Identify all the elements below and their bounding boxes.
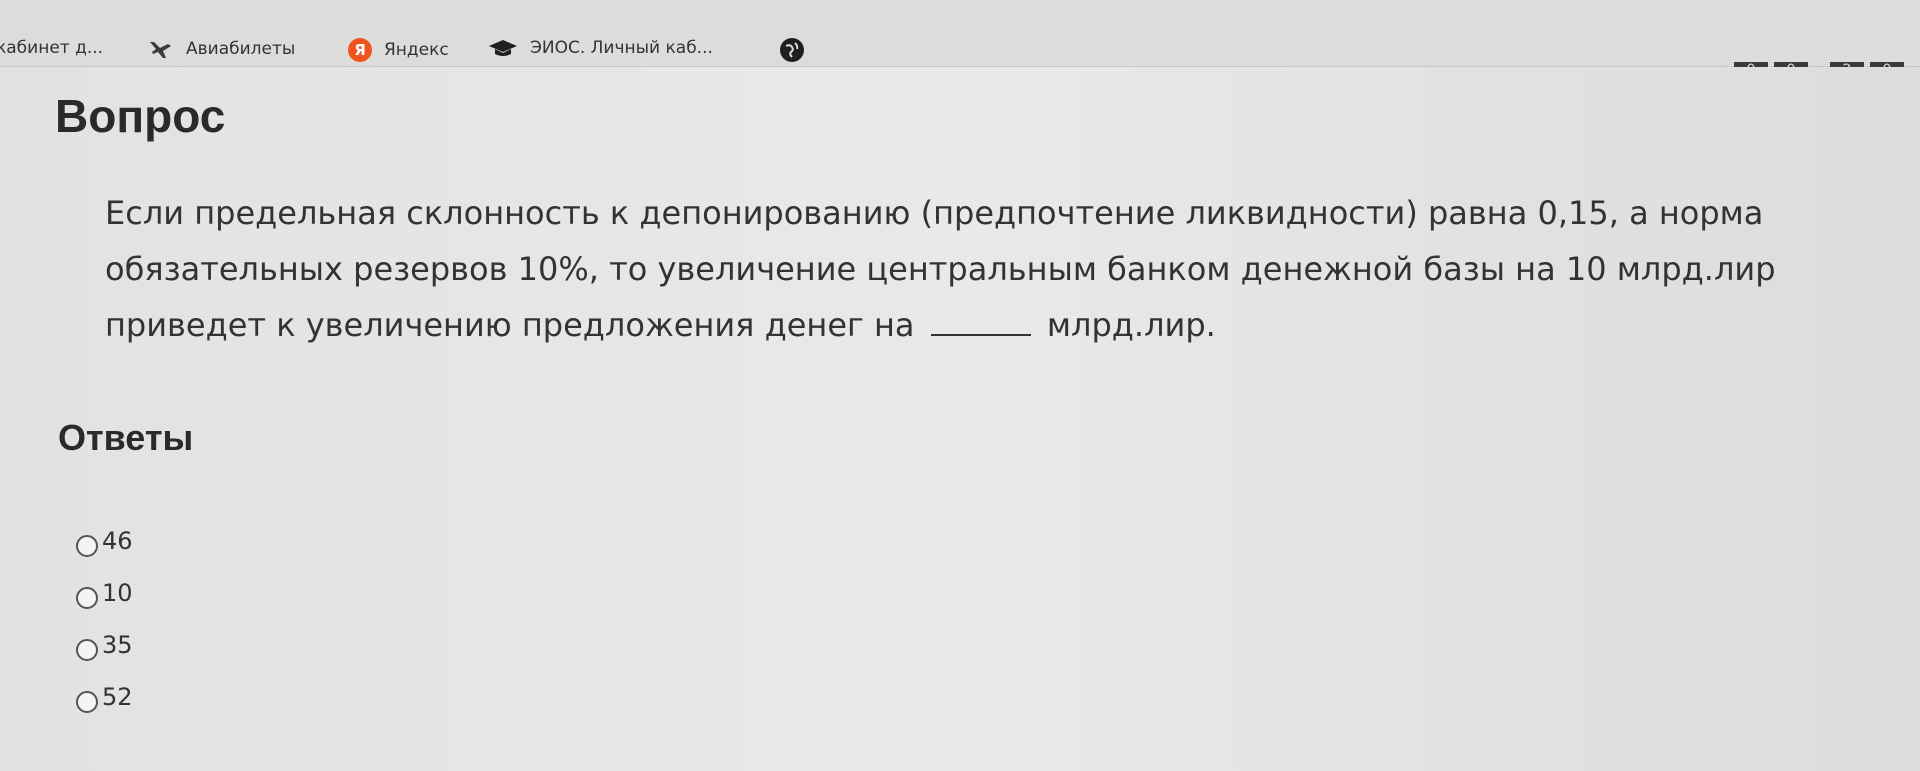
bookmark-cabinet[interactable]: кабинет д... [0,38,103,58]
question-heading: Вопрос [55,90,226,142]
answer-options: 46 10 35 52 [76,515,133,723]
answer-option-label: 52 [102,683,133,711]
radio-button[interactable] [76,691,98,713]
bookmark-eios[interactable]: ЭИОС. Личный каб... [488,38,713,58]
bookmark-label: Авиабилеты [186,39,296,59]
answer-option[interactable]: 52 [76,671,133,723]
answers-heading: Ответы [58,417,194,458]
answer-option[interactable]: 46 [76,515,133,567]
answer-blank [930,308,1031,336]
bookmarks-bar: кабинет д... Авиабилеты Я Яндекс ЭИОС. Л… [0,0,1920,67]
yandex-icon: Я [348,38,372,62]
answer-option[interactable]: 10 [76,567,133,619]
radio-button[interactable] [76,639,98,661]
radio-button[interactable] [76,535,98,557]
question-text: Если предельная склонность к депонирован… [105,185,1895,353]
globe-icon [780,38,804,62]
answer-option-label: 10 [102,579,133,607]
graduation-cap-icon [488,39,518,57]
quiz-page: Вопрос Если предельная склонность к депо… [0,67,1920,771]
bookmark-globe[interactable] [780,38,816,62]
question-text-after: млрд.лир. [1046,306,1216,344]
answer-option-label: 46 [102,527,133,555]
radio-button[interactable] [76,587,98,609]
bookmark-aviabilety[interactable]: Авиабилеты [148,38,295,60]
bookmark-label: кабинет д... [0,38,104,58]
answer-option[interactable]: 35 [76,619,133,671]
bookmark-label: Яндекс [384,40,449,60]
plane-icon [148,38,174,60]
bookmark-yandex[interactable]: Я Яндекс [348,38,449,62]
bookmark-label: ЭИОС. Личный каб... [530,38,713,58]
answer-option-label: 35 [102,631,133,659]
